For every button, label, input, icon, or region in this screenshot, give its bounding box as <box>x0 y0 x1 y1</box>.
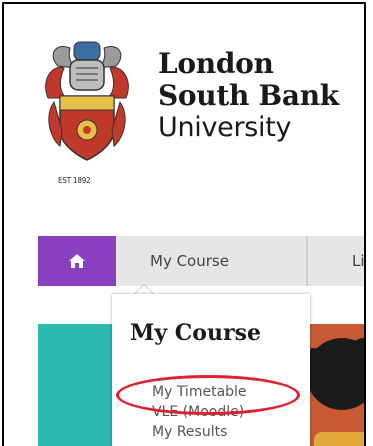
home-icon <box>69 254 85 268</box>
dropdown-title: My Course <box>130 320 261 346</box>
university-name-line1: London <box>158 47 274 80</box>
university-wordmark: London South Bank University <box>158 48 339 144</box>
university-name-line3: University <box>158 112 292 143</box>
nav-home-button[interactable] <box>38 236 116 286</box>
page-frame: EST 1892 London South Bank University My… <box>2 2 366 446</box>
university-name-line2: South Bank <box>158 79 339 112</box>
highlight-circle-annotation <box>116 375 300 415</box>
main-nav: My Course Library <box>38 236 364 286</box>
my-course-dropdown: My Course My Timetable VLE (Moodle) My R… <box>112 294 310 446</box>
established-label: EST 1892 <box>58 176 91 185</box>
nav-item-my-course[interactable]: My Course <box>116 236 306 286</box>
dropdown-item-my-results[interactable]: My Results <box>152 424 227 440</box>
university-crest-logo <box>45 41 129 161</box>
nav-item-library[interactable]: Library <box>308 236 364 286</box>
